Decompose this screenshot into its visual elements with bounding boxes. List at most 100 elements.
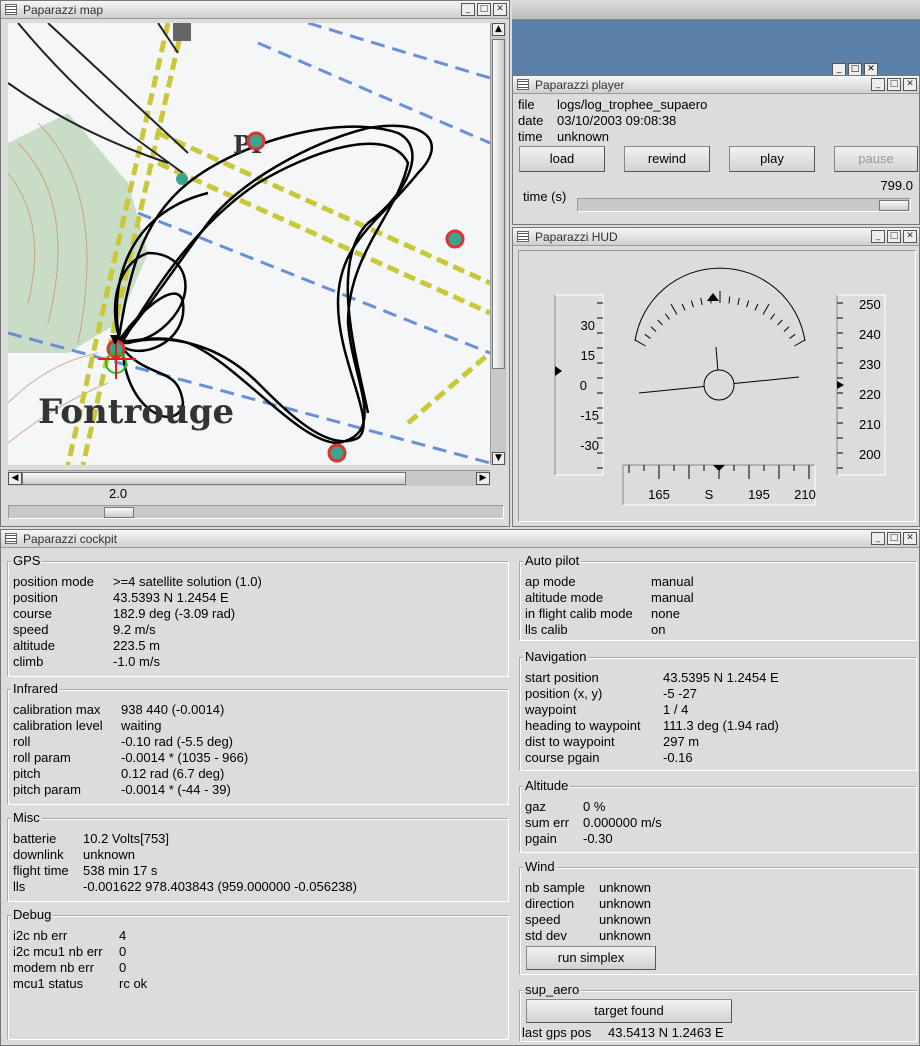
infrared-frame: Infrared calibration max 938 440 (-0.0014)… <box>7 681 509 805</box>
field-value: unknown <box>83 847 136 862</box>
run-simplex-button[interactable]: run simplex <box>526 946 656 970</box>
minimize-icon[interactable]: _ <box>461 3 475 16</box>
roll-arc-tick <box>737 297 740 305</box>
wind-frame-label: Wind <box>523 859 557 874</box>
field-label: flight time <box>13 863 69 878</box>
field-value: -1.0 m/s <box>113 654 160 669</box>
pause-button[interactable]: pause <box>834 146 918 172</box>
hud-instruments: 30 15 0 -15 -30 250 240 230 220 210 200 … <box>554 267 886 506</box>
map-titlebar[interactable]: Paparazzi map _ □ ✕ <box>1 1 509 19</box>
map-window: Paparazzi map _□✕ Fontrouge PI <box>0 0 510 527</box>
maximize-icon[interactable]: □ <box>477 3 491 16</box>
hud-panel: 30 15 0 -15 -30 250 240 230 220 210 200 … <box>518 250 916 522</box>
map-horizontal-scrollbar[interactable]: ◀ ▶ <box>8 470 490 486</box>
left-tick-label: -15 <box>580 408 599 423</box>
gps-frame-label: GPS <box>11 553 43 568</box>
autopilot-frame-label: Auto pilot <box>523 553 582 568</box>
maximize-icon[interactable]: □ <box>887 78 901 91</box>
minimize-icon[interactable]: _ <box>871 230 885 243</box>
field-label: calibration max <box>13 702 101 717</box>
left-tick-label: 15 <box>581 348 595 363</box>
roll-arc-tick <box>634 339 646 347</box>
horizontal-scroll-thumb[interactable] <box>22 472 406 485</box>
load-button[interactable]: load <box>519 146 605 172</box>
autopilot-frame: Auto pilot ap mode manual altitude mode manu… <box>519 553 917 641</box>
close-icon[interactable]: ✕ <box>903 230 917 243</box>
file-value: logs/log_trophee_supaero <box>557 97 708 112</box>
roll-arc-tick <box>657 319 663 326</box>
field-label: modem nb err <box>13 960 94 975</box>
roll-arc-tick <box>777 319 783 326</box>
close-icon[interactable]: ✕ <box>903 532 917 545</box>
field-value: unknown <box>599 912 652 927</box>
player-titlebar[interactable]: Paparazzi player _ □ ✕ <box>513 76 919 94</box>
player-title: Paparazzi player <box>535 78 625 92</box>
close-icon[interactable]: ✕ <box>493 3 507 16</box>
field-label: waypoint <box>525 702 577 717</box>
field-label: climb <box>13 654 44 669</box>
roll-indicator <box>555 366 562 376</box>
field-label: i2c nb err <box>13 928 68 943</box>
time-label: time <box>518 129 543 144</box>
right-tick-label: 210 <box>859 417 881 432</box>
map-vertical-scrollbar[interactable]: ▲ ▼ <box>490 23 506 465</box>
aircraft-marker <box>98 341 136 379</box>
minimize-icon[interactable]: _ <box>871 78 885 91</box>
time-slider[interactable] <box>577 198 911 212</box>
hud-titlebar[interactable]: Paparazzi HUD _ □ ✕ <box>513 228 919 246</box>
right-tick-label: 250 <box>859 297 881 312</box>
time-slider-thumb[interactable] <box>879 200 909 211</box>
scroll-left-icon[interactable]: ◀ <box>8 472 22 485</box>
field-value: 0 <box>119 960 127 975</box>
field-label: gaz <box>525 799 546 814</box>
field-value: 1 / 4 <box>663 702 689 717</box>
zoom-slider-thumb[interactable] <box>104 507 134 518</box>
cockpit-titlebar[interactable]: Paparazzi cockpit _ □ ✕ <box>1 530 919 548</box>
vertical-scroll-thumb[interactable] <box>492 39 505 369</box>
minimize-icon[interactable]: _ <box>871 532 885 545</box>
window-menu-icon[interactable] <box>517 79 529 90</box>
map-place-label: Fontrouge <box>38 392 234 432</box>
field-value: -0.0014 * (1035 - 966) <box>121 750 249 765</box>
scroll-right-icon[interactable]: ▶ <box>476 472 490 485</box>
field-value: 0 <box>119 944 127 959</box>
window-menu-icon[interactable] <box>5 533 17 544</box>
field-value: -5 -27 <box>663 686 697 701</box>
sup_aero-frame: sup_aero target found last gps pos 43.5413 … <box>519 982 917 1042</box>
scroll-up-icon[interactable]: ▲ <box>492 23 505 36</box>
field-value: 4 <box>119 928 127 943</box>
navigation-frame: Navigation start position 43.5395 N 1.2454… <box>519 649 917 771</box>
wind-frame: Wind nb sample unknown direction unknown spee… <box>519 859 917 975</box>
field-label: mcu1 status <box>13 976 84 991</box>
zoom-slider[interactable] <box>8 505 504 519</box>
field-label: pgain <box>525 831 557 846</box>
field-value: >=4 satellite solution (1.0) <box>113 574 262 589</box>
field-value: manual <box>651 574 694 589</box>
roll-arc-tick <box>670 303 678 315</box>
field-label: lls calib <box>525 622 568 637</box>
time-slider-value: 799.0 <box>880 178 913 193</box>
target-found-button[interactable]: target found <box>526 999 732 1023</box>
roll-arc-tick <box>746 300 750 308</box>
close-icon[interactable]: ✕ <box>903 78 917 91</box>
field-label: pitch param <box>13 782 81 797</box>
misc-frame: Misc batterie 10.2 Volts[753] downlink unkno… <box>7 810 509 902</box>
maximize-icon[interactable]: □ <box>887 532 901 545</box>
window-menu-icon[interactable] <box>5 4 17 15</box>
field-value: 0 % <box>583 799 606 814</box>
play-button[interactable]: play <box>729 146 815 172</box>
maximize-icon[interactable]: □ <box>887 230 901 243</box>
waypoint-marker <box>327 443 347 463</box>
roll-arc-tick <box>650 326 657 332</box>
field-label: speed <box>13 622 49 637</box>
field-label: altitude <box>13 638 55 653</box>
field-label: dist to waypoint <box>525 734 615 749</box>
altitude-frame-label: Altitude <box>523 778 571 793</box>
map-canvas[interactable]: Fontrouge PI <box>8 23 490 465</box>
window-menu-icon[interactable] <box>517 231 529 242</box>
rewind-button[interactable]: rewind <box>624 146 710 172</box>
roll-arc-tick <box>690 300 694 308</box>
waypoint-marker <box>246 131 266 151</box>
roll-arc-tick <box>664 313 670 320</box>
scroll-down-icon[interactable]: ▼ <box>492 452 505 465</box>
